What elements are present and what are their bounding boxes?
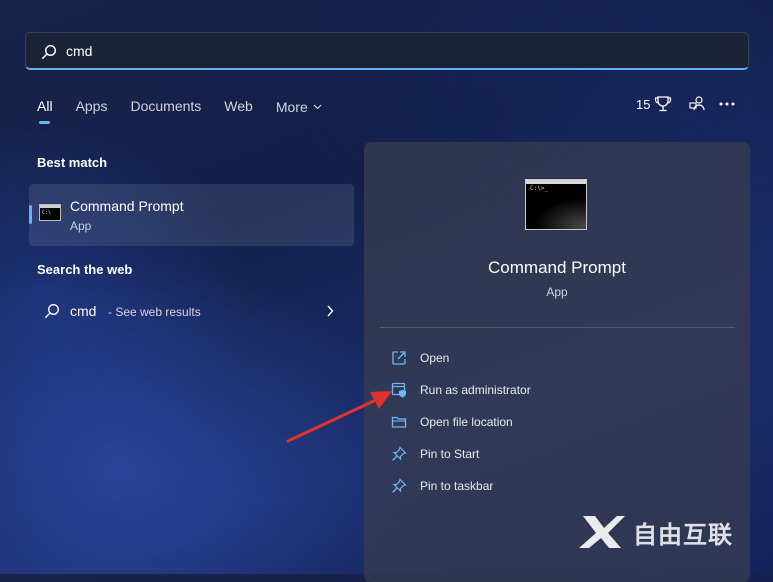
selection-indicator: [29, 205, 32, 224]
folder-icon: [391, 414, 407, 430]
action-run-as-administrator-label: Run as administrator: [420, 383, 531, 397]
web-search-query: cmd: [70, 303, 97, 319]
action-open-file-location-label: Open file location: [420, 415, 513, 429]
watermark-logo-icon: [579, 516, 625, 548]
command-prompt-icon: C:\: [39, 204, 61, 221]
svg-text:C:\: C:\: [42, 210, 51, 216]
watermark-text: 自由互联: [633, 521, 733, 549]
account-network-icon[interactable]: [688, 95, 706, 113]
action-run-as-administrator[interactable]: Run as administrator: [391, 379, 531, 401]
search-icon: [44, 303, 60, 324]
tab-apps[interactable]: Apps: [76, 96, 108, 118]
header-right: 15: [636, 95, 736, 113]
preview-title: Command Prompt: [488, 258, 626, 277]
best-match-subtitle: App: [70, 219, 92, 233]
preview-subtitle: App: [546, 285, 568, 299]
pin-icon: [391, 446, 407, 462]
action-pin-to-start-label: Pin to Start: [420, 447, 480, 461]
tab-more-label: More: [275, 99, 308, 115]
admin-shield-icon: [391, 382, 407, 398]
action-pin-to-taskbar[interactable]: Pin to taskbar: [391, 475, 493, 497]
preview-divider: [380, 327, 735, 328]
trophy-icon[interactable]: [654, 95, 672, 113]
search-input[interactable]: [66, 39, 726, 63]
action-pin-to-taskbar-label: Pin to taskbar: [420, 479, 494, 493]
action-pin-to-start[interactable]: Pin to Start: [391, 443, 479, 465]
search-icon: [41, 44, 57, 60]
open-external-icon: [391, 350, 407, 366]
tab-documents[interactable]: Documents: [130, 96, 201, 118]
action-open[interactable]: Open: [391, 347, 449, 369]
action-open-label: Open: [420, 351, 450, 365]
web-search-suffix: - See web results: [108, 305, 201, 319]
best-match-item[interactable]: C:\ Command Prompt App: [29, 184, 354, 246]
tab-web[interactable]: Web: [224, 96, 253, 118]
best-match-heading: Best match: [37, 155, 108, 170]
command-prompt-large-icon: C:\>_: [525, 179, 587, 230]
pin-icon: [391, 478, 407, 494]
chevron-down-icon: [313, 104, 322, 110]
tab-all[interactable]: All: [37, 96, 53, 124]
rewards-points: 15: [636, 96, 651, 112]
action-open-file-location[interactable]: Open file location: [391, 411, 513, 433]
watermark: 自由互联: [577, 512, 733, 552]
tab-more[interactable]: More: [276, 96, 322, 118]
filter-tabs: All Apps Documents Web More: [37, 96, 345, 124]
best-match-title: Command Prompt: [70, 198, 184, 214]
web-search-result[interactable]: cmd - See web results: [29, 296, 354, 326]
search-box[interactable]: [25, 32, 749, 70]
chevron-right-icon[interactable]: [326, 304, 334, 322]
search-web-heading: Search the web: [37, 262, 133, 277]
ellipsis-icon[interactable]: [718, 95, 736, 113]
